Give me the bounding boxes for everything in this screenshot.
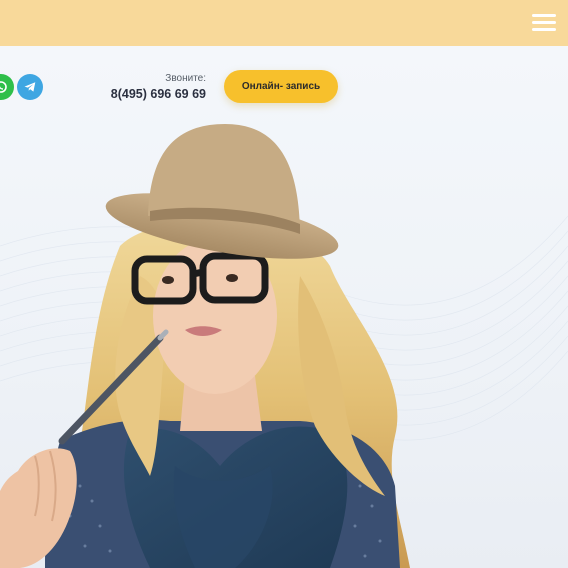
hero-section: Звоните: 8(495) 696 69 69 Онлайн- запись bbox=[0, 46, 568, 568]
online-booking-button[interactable]: Онлайн- запись bbox=[224, 70, 338, 103]
hamburger-menu-icon[interactable] bbox=[532, 14, 556, 32]
call-label: Звоните: bbox=[165, 73, 206, 84]
telegram-icon[interactable] bbox=[17, 74, 43, 100]
phone-number[interactable]: 8(495) 696 69 69 bbox=[111, 87, 206, 101]
top-bar bbox=[0, 0, 568, 46]
woman-illustration bbox=[0, 124, 410, 568]
